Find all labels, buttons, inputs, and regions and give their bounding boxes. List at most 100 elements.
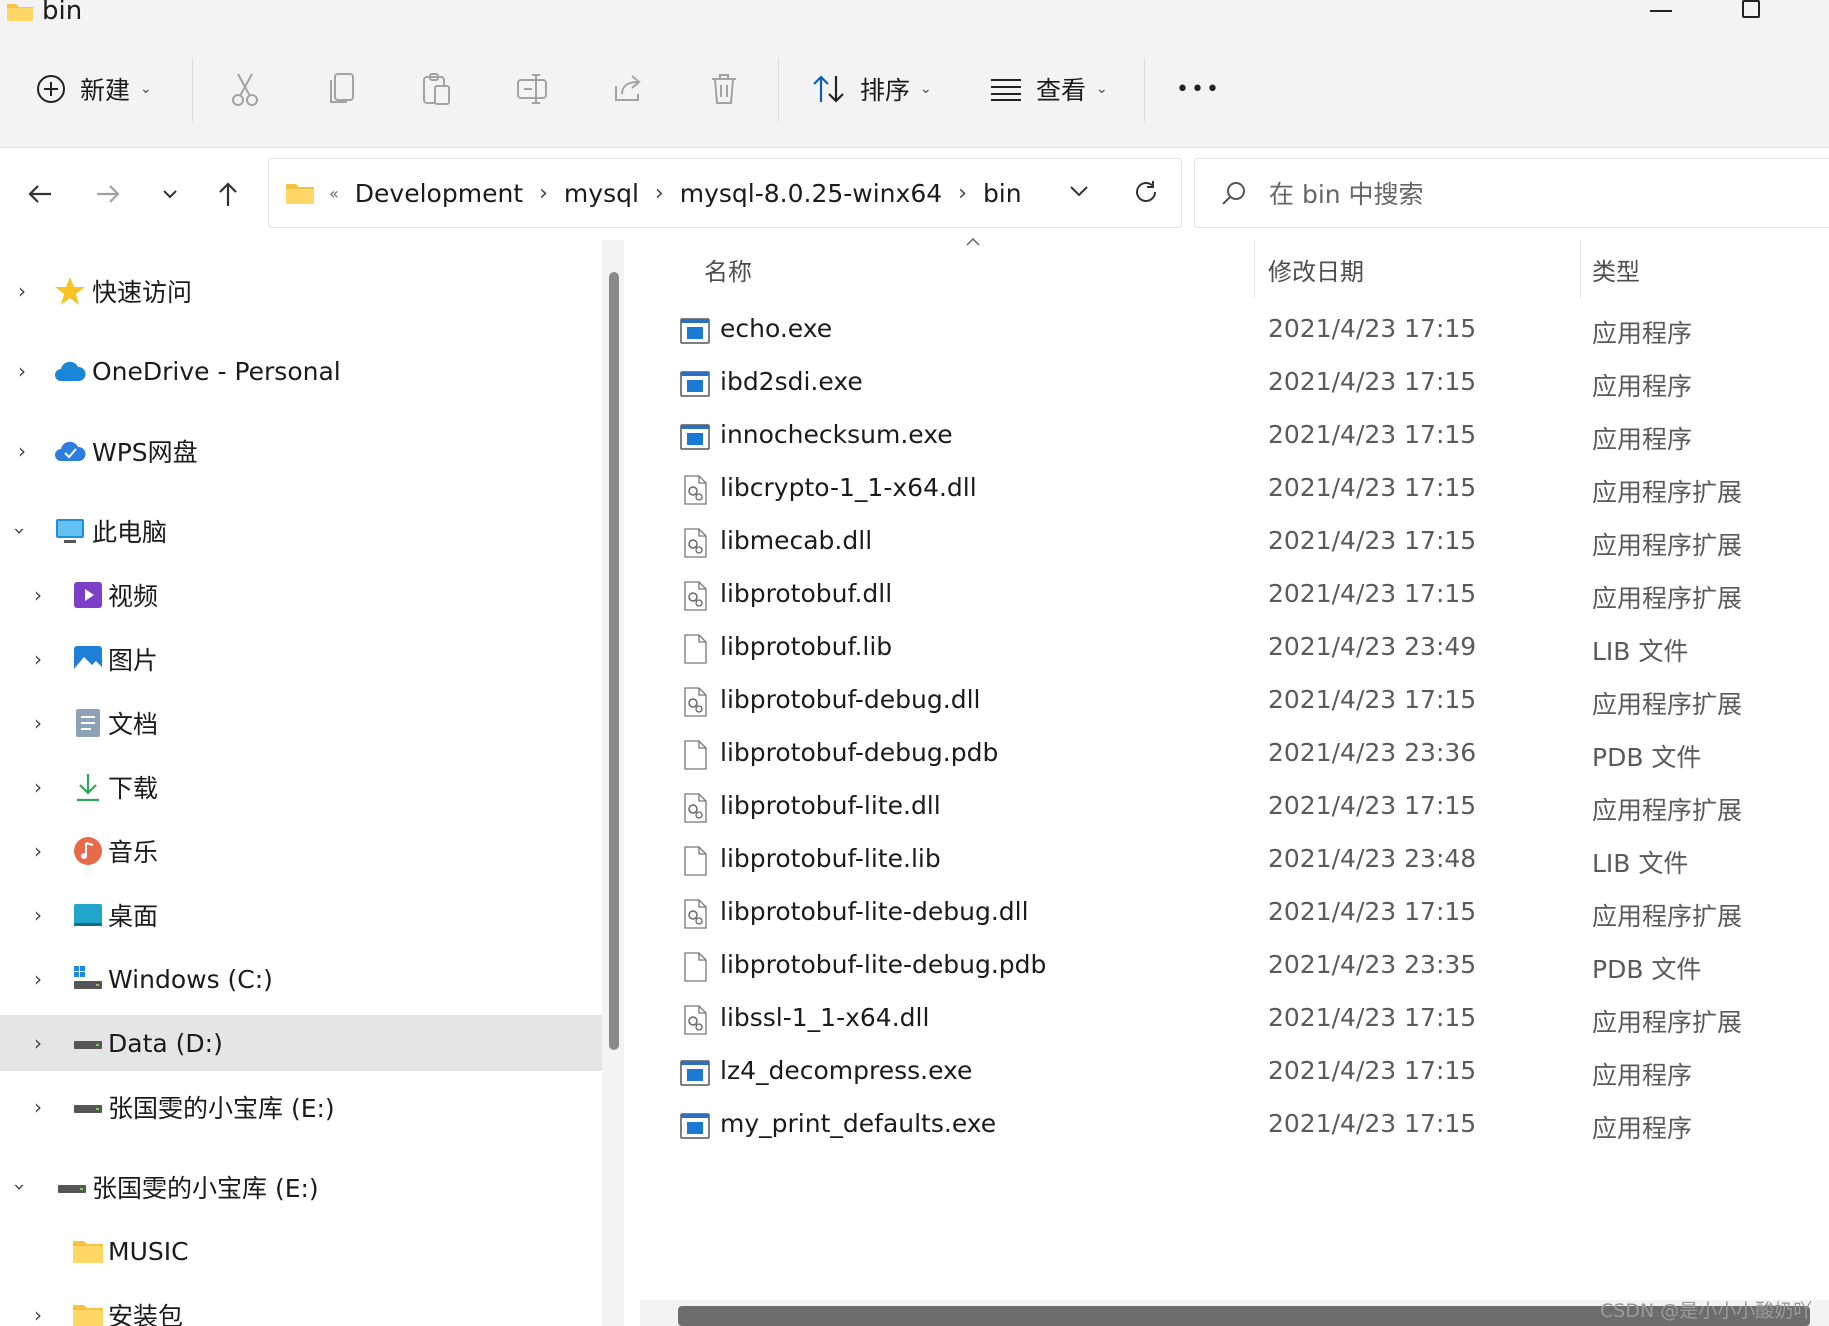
chevron-down-icon[interactable]	[1069, 185, 1089, 197]
file-modified-date: 2021/4/23 23:35	[1268, 950, 1477, 979]
chevron-right-icon[interactable]: ›	[34, 1031, 42, 1055]
sidebar-item-drive-d[interactable]: › Data (D:)	[0, 1015, 602, 1071]
share-button[interactable]	[612, 30, 644, 148]
chevron-right-icon[interactable]: ›	[34, 839, 42, 863]
scissors-icon	[232, 73, 258, 106]
file-type: 应用程序扩展	[1592, 1008, 1743, 1037]
back-button[interactable]	[20, 174, 60, 214]
column-divider[interactable]	[1580, 240, 1581, 298]
refresh-icon[interactable]	[1133, 179, 1159, 205]
sidebar-scrollbar-thumb[interactable]	[609, 272, 619, 1050]
column-divider[interactable]	[1254, 240, 1255, 298]
rename-button[interactable]	[516, 30, 550, 148]
folder-icon	[73, 1305, 103, 1326]
recent-locations-button[interactable]	[150, 174, 190, 214]
chevron-right-icon[interactable]: ›	[18, 439, 26, 463]
new-button[interactable]: 新建 ⌄	[36, 30, 152, 148]
file-modified-date: 2021/4/23 17:15	[1268, 897, 1477, 926]
cloud-icon	[55, 361, 86, 381]
sidebar-item-quick-access[interactable]: › 快速访问	[0, 263, 602, 319]
forward-button[interactable]	[88, 174, 128, 214]
executable-icon	[680, 1060, 710, 1086]
sidebar-item-documents[interactable]: › 文档	[0, 695, 602, 751]
search-box[interactable]: 在 bin 中搜索	[1194, 158, 1829, 228]
file-name: libprotobuf-debug.pdb	[720, 738, 999, 767]
chevron-right-icon[interactable]: ›	[34, 711, 42, 735]
new-label: 新建	[80, 76, 131, 105]
chevron-down-icon[interactable]: ›	[8, 527, 32, 535]
chevron-right-icon[interactable]: ›	[18, 359, 26, 383]
address-bar[interactable]: « Development › mysql › mysql-8.0.25-win…	[268, 158, 1182, 228]
column-header-name[interactable]: 名称	[704, 240, 752, 298]
watermark: CSDN @是小小小酸奶吖	[1600, 1300, 1813, 1322]
sidebar-item-label: 音乐	[108, 838, 159, 867]
sidebar-item-drive-e[interactable]: › 张国雯的小宝库 (E:)	[0, 1079, 602, 1135]
file-modified-date: 2021/4/23 23:36	[1268, 738, 1477, 767]
file-type: 应用程序扩展	[1592, 584, 1743, 613]
sidebar-item-wps-drive[interactable]: › WPS网盘	[0, 423, 602, 479]
chevron-down-icon[interactable]: ›	[8, 1183, 32, 1191]
view-button[interactable]: 查看 ⌄	[990, 30, 1108, 148]
folder-icon	[73, 1241, 103, 1263]
sidebar-item-drive-c[interactable]: › Windows (C:)	[0, 951, 602, 1007]
file-modified-date: 2021/4/23 17:15	[1268, 685, 1477, 714]
drive-icon	[58, 1185, 86, 1193]
cut-button[interactable]	[230, 30, 260, 148]
file-type: 应用程序扩展	[1592, 690, 1743, 719]
file-modified-date: 2021/4/23 17:15	[1268, 1003, 1477, 1032]
sort-button[interactable]: 排序 ⌄	[812, 30, 932, 148]
sidebar-item-label: Data (D:)	[108, 1028, 223, 1058]
chevron-right-icon[interactable]: ›	[34, 1095, 42, 1119]
column-header-type[interactable]: 类型	[1592, 240, 1640, 298]
chevron-right-icon[interactable]: ›	[34, 647, 42, 671]
sidebar-item-downloads[interactable]: › 下载	[0, 759, 602, 815]
breadcrumb-development[interactable]: Development	[355, 179, 523, 208]
search-input[interactable]: 在 bin 中搜索	[1269, 175, 1424, 211]
chevron-right-icon[interactable]: ›	[34, 967, 42, 991]
sidebar-item-installers[interactable]: › 安装包	[0, 1287, 602, 1326]
chevron-right-icon[interactable]: ›	[958, 181, 967, 206]
sidebar-item-desktop[interactable]: › 桌面	[0, 887, 602, 943]
breadcrumb-mysql-version[interactable]: mysql-8.0.25-winx64	[680, 179, 942, 208]
sidebar-item-drive-e-root[interactable]: › 张国雯的小宝库 (E:)	[0, 1159, 602, 1215]
paste-button[interactable]	[422, 30, 452, 148]
chevron-right-icon[interactable]: ›	[655, 181, 664, 206]
file-modified-date: 2021/4/23 23:49	[1268, 632, 1477, 661]
sidebar-item-music[interactable]: › 音乐	[0, 823, 602, 879]
maximize-button[interactable]	[1742, 0, 1760, 18]
title-bar: bin	[0, 0, 1829, 30]
chevron-right-icon[interactable]: ›	[34, 1303, 42, 1326]
chevron-right-icon[interactable]: ›	[34, 775, 42, 799]
chevron-down-icon	[163, 190, 177, 199]
up-button[interactable]	[208, 174, 248, 214]
file-type: 应用程序	[1592, 372, 1693, 401]
delete-button[interactable]	[710, 30, 738, 148]
sidebar-item-onedrive[interactable]: › OneDrive - Personal	[0, 343, 602, 399]
column-header-label: 类型	[1592, 257, 1640, 286]
column-header-date[interactable]: 修改日期	[1268, 240, 1364, 298]
sidebar-item-this-pc[interactable]: › 此电脑	[0, 503, 602, 559]
sidebar-item-videos[interactable]: › 视频	[0, 567, 602, 623]
file-type: PDB 文件	[1592, 955, 1702, 984]
file-row[interactable]: my_print_defaults.exe 2021/4/23 17:15 应用程序	[640, 1095, 1829, 1157]
more-options-button[interactable]: •••	[1176, 30, 1221, 148]
breadcrumb-bin[interactable]: bin	[983, 179, 1022, 208]
picture-icon	[74, 646, 102, 672]
sidebar-item-label: 张国雯的小宝库 (E:)	[92, 1174, 319, 1203]
minimize-button[interactable]	[1650, 10, 1672, 12]
chevron-right-icon[interactable]: ›	[34, 583, 42, 607]
chevron-right-icon[interactable]: ›	[34, 903, 42, 927]
sidebar-item-music-folder[interactable]: MUSIC	[0, 1223, 602, 1279]
breadcrumb-overflow[interactable]: «	[329, 184, 339, 203]
dll-file-icon	[684, 899, 707, 929]
chevron-right-icon[interactable]: ›	[539, 181, 548, 206]
generic-file-icon	[684, 952, 707, 982]
dll-file-icon	[684, 475, 707, 505]
copy-button[interactable]	[328, 30, 356, 148]
dll-file-icon	[684, 581, 707, 611]
sidebar-item-label: 张国雯的小宝库 (E:)	[108, 1094, 335, 1123]
dll-file-icon	[684, 1005, 707, 1035]
breadcrumb-mysql[interactable]: mysql	[564, 179, 639, 208]
sidebar-item-pictures[interactable]: › 图片	[0, 631, 602, 687]
chevron-right-icon[interactable]: ›	[18, 279, 26, 303]
